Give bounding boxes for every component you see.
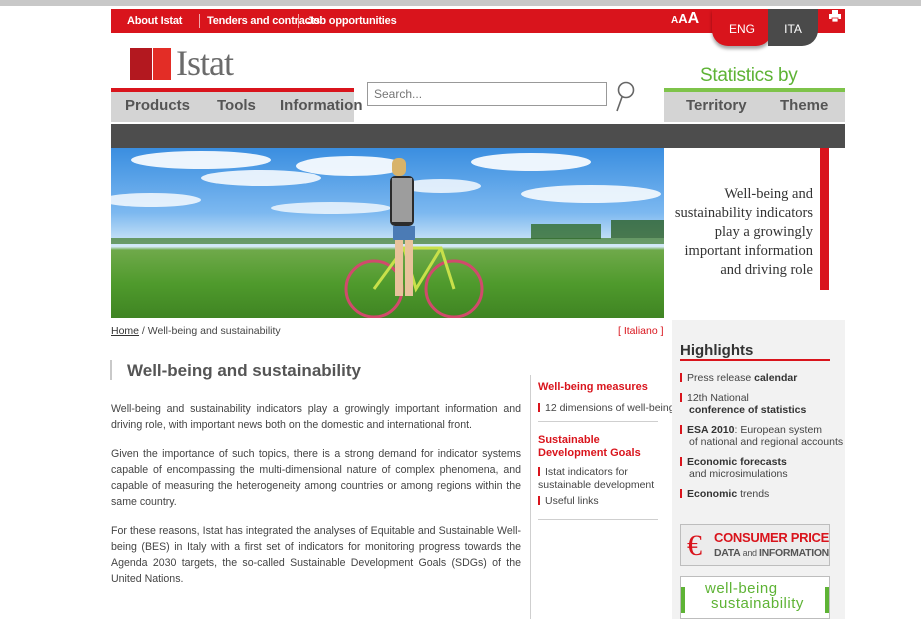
nav-theme[interactable]: Theme [780, 97, 828, 114]
bullet-bar [680, 393, 682, 402]
nav-products[interactable]: Products [125, 97, 190, 114]
job-opportunities-link[interactable]: Job opportunities [307, 15, 397, 27]
highlight-national-conference[interactable]: 12th National conference of statistics [680, 392, 806, 416]
paragraph-2: Given the importance of such topics, the… [111, 448, 521, 508]
nav-information[interactable]: Information [280, 97, 363, 114]
hero-illustration [111, 151, 664, 318]
istat-logo-text[interactable]: Istat [176, 42, 234, 84]
sdg-heading[interactable]: Sustainable Development Goals [538, 434, 658, 460]
consumer-price-title: CONSUMER PRICE [714, 530, 829, 545]
statistics-by-nav: Territory Theme [664, 88, 845, 122]
tenders-link[interactable]: Tenders and contracts [207, 15, 320, 27]
highlights-title: Highlights [680, 342, 754, 359]
bullet-bar [680, 373, 682, 382]
istat-logo-mark[interactable] [130, 48, 152, 80]
bullet-bar [680, 457, 682, 466]
hero-image [111, 148, 664, 318]
hero-quote-panel: Well-being and sustainability indicators… [664, 148, 845, 318]
paragraph-3: For these reasons, Istat has integrated … [111, 525, 521, 585]
nav-tools[interactable]: Tools [217, 97, 256, 114]
euro-icon: € [687, 529, 702, 562]
consumer-price-banner[interactable]: € CONSUMER PRICE DATA and INFORMATION [680, 524, 830, 566]
top-edge [0, 0, 921, 6]
hero-quote: Well-being and sustainability indicators… [674, 186, 813, 278]
highlight-press-calendar[interactable]: Press release calendar [680, 372, 797, 384]
column-divider [530, 375, 531, 619]
consumer-price-subtitle: DATA and INFORMATION [714, 547, 829, 559]
wellbeing-banner-line2: sustainability [711, 595, 804, 612]
highlight-esa-2010[interactable]: ESA 2010: European system of national and… [680, 424, 843, 448]
highlight-economic-forecasts[interactable]: Economic forecasts and microsimulations [680, 456, 788, 480]
banner-edge [825, 587, 829, 613]
well-being-measures-heading[interactable]: Well-being measures [538, 381, 648, 394]
useful-links-link[interactable]: Useful links [538, 495, 599, 508]
search-input[interactable] [367, 82, 607, 106]
twelve-dimensions-link[interactable]: 12 dimensions of well-being [538, 402, 675, 415]
top-separator [199, 14, 200, 28]
side-separator [538, 421, 658, 422]
main-nav: Products Tools Information [111, 88, 363, 122]
wellbeing-sustainability-banner[interactable]: well-being sustainability [680, 576, 830, 619]
hero-accent-bar [820, 148, 829, 290]
bullet-bar [538, 496, 540, 505]
breadcrumb: Home / Well-being and sustainability [111, 325, 281, 337]
page-title: Well-being and sustainability [127, 361, 361, 380]
breadcrumb-current: / Well-being and sustainability [139, 325, 281, 337]
header-divider-bar [111, 124, 845, 148]
language-eng-tab[interactable]: ENG [712, 9, 772, 46]
breadcrumb-home-link[interactable]: Home [111, 325, 139, 337]
banner-edge [681, 587, 685, 613]
about-istat-link[interactable]: About Istat [127, 15, 182, 27]
side-separator [538, 519, 658, 520]
highlights-underline [680, 359, 830, 361]
bullet-bar [538, 403, 540, 412]
statistics-by-title: Statistics by [700, 65, 798, 86]
language-ita-tab[interactable]: ITA [768, 9, 818, 46]
print-icon[interactable] [829, 10, 841, 22]
top-separator [298, 14, 299, 28]
istat-logo-mark[interactable] [153, 48, 171, 80]
nav-territory[interactable]: Territory [686, 97, 747, 114]
istat-indicators-link[interactable]: Istat indicators for sustainable develop… [538, 466, 658, 491]
bullet-bar [538, 467, 540, 476]
highlight-economic-trends[interactable]: Economic trends [680, 488, 769, 500]
italiano-link[interactable]: [ Italiano ] [618, 325, 664, 337]
search-icon[interactable] [612, 80, 636, 114]
font-size-control[interactable]: AAA [671, 10, 699, 28]
paragraph-1: Well-being and sustainability indicators… [111, 403, 521, 431]
title-accent [110, 360, 112, 380]
bullet-bar [680, 489, 682, 498]
bullet-bar [680, 425, 682, 434]
